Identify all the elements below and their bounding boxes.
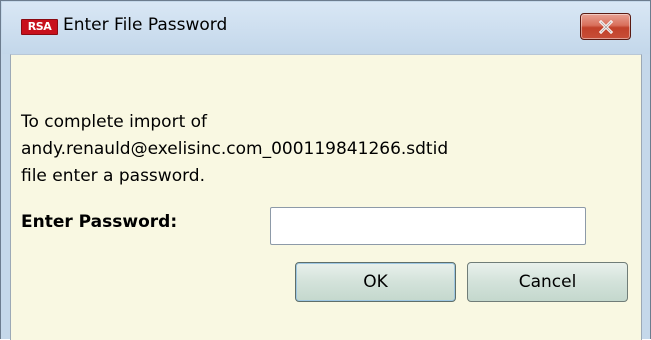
dialog-body: To complete import of andy.renauld@exeli… (10, 54, 642, 340)
message-line-filename: andy.renauld@exelisinc.com_000119841266.… (21, 139, 449, 159)
cancel-button[interactable]: Cancel (467, 262, 628, 302)
password-input[interactable] (270, 207, 586, 245)
title-bar[interactable]: RSA Enter File Password (2, 2, 650, 54)
rsa-logo-icon: RSA (21, 19, 58, 35)
import-message: To complete import of andy.renauld@exeli… (21, 109, 448, 190)
message-line-1: To complete import of (21, 112, 208, 132)
ok-button[interactable]: OK (295, 262, 456, 302)
password-label: Enter Password: (21, 212, 178, 232)
dialog-window: RSA Enter File Password To complete impo… (0, 0, 651, 340)
window-title: Enter File Password (63, 15, 228, 35)
close-button[interactable] (580, 13, 631, 40)
close-icon (598, 19, 613, 34)
message-line-3: file enter a password. (21, 166, 205, 186)
